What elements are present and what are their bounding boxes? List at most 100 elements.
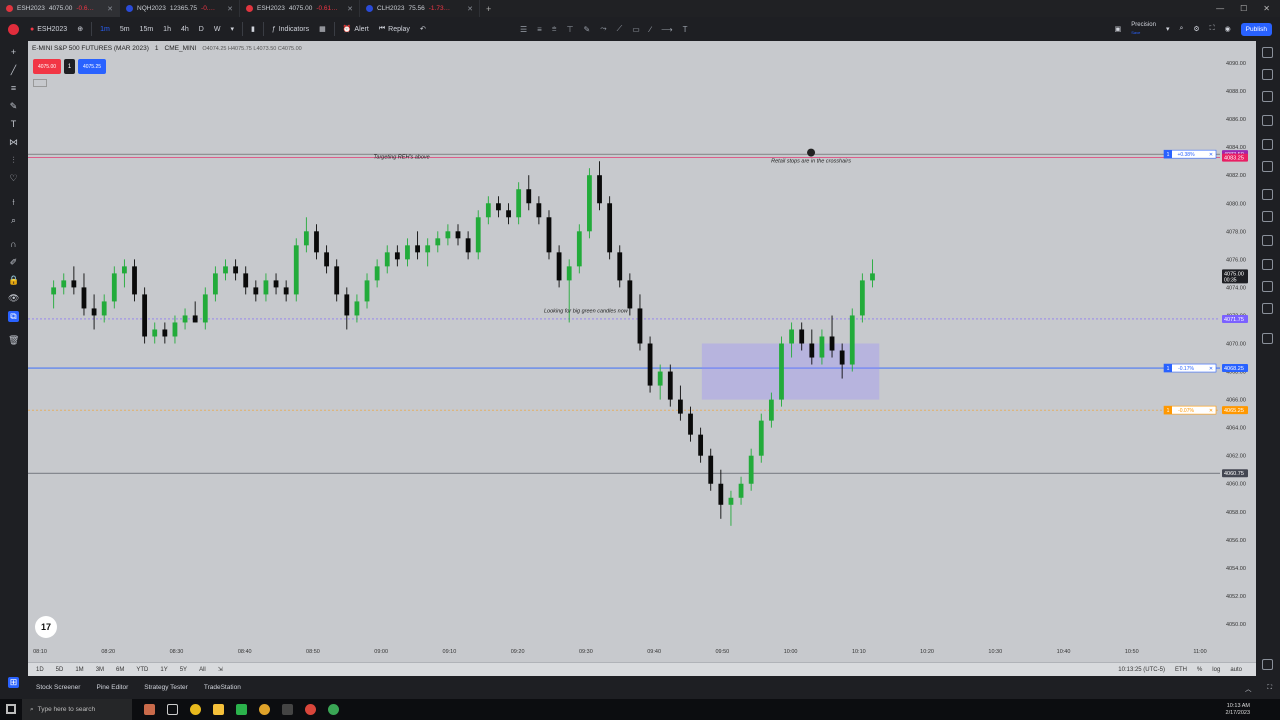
settings-gear-icon[interactable]: ⚙ <box>1193 25 1199 33</box>
fib-icon[interactable]: ⩧ <box>552 24 557 34</box>
chart-pane[interactable]: Targeting REH's above Retail stops are in… <box>28 41 1256 662</box>
hotlist-icon[interactable] <box>1262 259 1273 270</box>
sell-button[interactable]: 4075.00 <box>33 59 61 74</box>
data-window-icon[interactable] <box>1262 115 1273 126</box>
crosshair-icon[interactable]: + <box>8 47 19 58</box>
range-1y[interactable]: 1Y <box>156 667 171 673</box>
brush-icon[interactable]: ✎ <box>584 25 591 34</box>
tab-tradestation[interactable]: TradeStation <box>196 684 249 691</box>
text-tool-icon[interactable]: T <box>683 25 688 34</box>
collapse-panel-chevron-icon[interactable]: ︿ <box>1237 683 1260 693</box>
prediction-icon[interactable]: ⫶ <box>8 155 19 166</box>
range-6m[interactable]: 6M <box>112 667 128 673</box>
maximize-icon[interactable]: ☐ <box>1240 4 1247 13</box>
close-tab-icon[interactable]: ✕ <box>347 5 353 13</box>
tab-pine-editor[interactable]: Pine Editor <box>88 684 136 691</box>
symbol-search-button[interactable]: ● ESH2023 <box>25 17 72 41</box>
notes-icon[interactable] <box>1262 235 1273 246</box>
tab-strategy-tester[interactable]: Strategy Tester <box>136 684 196 691</box>
order-tag-close-icon[interactable]: ✕ <box>1209 408 1213 414</box>
brush-tool-icon[interactable]: ✎ <box>8 101 19 112</box>
horizontal-lines-icon[interactable]: ☰ <box>520 25 527 34</box>
interval-5m[interactable]: 5m <box>115 17 135 41</box>
chrome-profile-icon[interactable] <box>259 704 270 715</box>
rectangle-icon[interactable]: ▭ <box>632 25 640 34</box>
ray-icon[interactable]: ∕ <box>650 25 651 34</box>
signal-icon[interactable] <box>1262 281 1273 292</box>
buy-button[interactable]: 4075.25 <box>78 59 106 74</box>
close-tab-icon[interactable]: ✕ <box>107 5 113 13</box>
news-icon[interactable] <box>1262 91 1273 102</box>
close-window-icon[interactable]: ✕ <box>1263 4 1270 13</box>
interval-1m[interactable]: 1m <box>95 17 115 41</box>
stay-drawing-icon[interactable]: ✐ <box>8 257 19 268</box>
ideas-icon[interactable] <box>1262 161 1273 172</box>
maximize-panel-icon[interactable]: ⛶ <box>1259 684 1280 692</box>
tab-stock-screener[interactable]: Stock Screener <box>28 684 88 691</box>
alert-button[interactable]: ⏰ Alert <box>338 17 374 41</box>
candle-style-icon[interactable]: ▮ <box>246 17 260 41</box>
legend-toggle[interactable] <box>33 79 47 87</box>
chart-note-text[interactable]: Retail stops are in the crosshairs <box>771 159 851 165</box>
browser-tab-es-2[interactable]: ESH2023 4075.00 -0.61… ✕ <box>240 0 360 17</box>
windows-start-icon[interactable] <box>6 704 16 714</box>
spreadsheet-icon[interactable] <box>236 704 247 715</box>
new-tab-icon[interactable]: + <box>480 4 497 14</box>
order-tag-close-icon[interactable]: ✕ <box>1209 366 1213 372</box>
interval-d[interactable]: D <box>194 17 209 41</box>
zoom-icon[interactable]: ⌕ <box>8 215 19 226</box>
layout-icon[interactable]: ▣ <box>1115 25 1122 33</box>
indicators-button[interactable]: ƒ Indicators <box>267 17 314 41</box>
session-toggle[interactable]: ETH <box>1175 667 1187 673</box>
pattern-icon[interactable]: ⋈ <box>8 137 19 148</box>
compare-add-icon[interactable]: ⊕ <box>72 17 88 41</box>
order-qty[interactable]: 1 <box>64 59 75 74</box>
clock-readout[interactable]: 10:13:25 (UTC-5) <box>1118 667 1165 673</box>
fullscreen-icon[interactable]: ⛶ <box>1210 25 1215 33</box>
hline-icon[interactable]: ⟶ <box>661 25 672 34</box>
lock-icon[interactable]: 🔒 <box>8 275 19 286</box>
object-tree-icon[interactable]: ⧉ <box>8 311 19 322</box>
replay-button[interactable]: ⏮ Replay <box>374 17 415 41</box>
trend-line-icon[interactable]: ╱ <box>8 65 19 76</box>
log-toggle[interactable]: log <box>1212 667 1220 673</box>
undo-icon[interactable]: ↶ <box>415 17 431 41</box>
trend-chart-icon[interactable] <box>1262 333 1273 344</box>
file-explorer-icon[interactable] <box>213 704 224 715</box>
system-clock[interactable]: 10:13 AM 2/17/2023 <box>1226 703 1280 717</box>
collapse-panel-icon[interactable]: ⊞ <box>8 677 19 688</box>
chart-note-text[interactable]: Targeting REH's above <box>374 154 430 160</box>
streams-icon[interactable] <box>1262 211 1273 222</box>
browser-icon[interactable] <box>305 704 316 715</box>
range-all[interactable]: All <box>195 667 210 673</box>
eye-icon[interactable] <box>807 148 816 157</box>
range-1d[interactable]: 1D <box>32 667 48 673</box>
percent-toggle[interactable]: % <box>1197 667 1202 673</box>
task-view-icon[interactable] <box>167 704 178 715</box>
interval-4h[interactable]: 4h <box>176 17 194 41</box>
user-avatar[interactable] <box>8 23 19 35</box>
path-icon[interactable]: ⤳ <box>600 24 606 34</box>
chat-icon[interactable] <box>1262 189 1273 200</box>
watchlist-icon[interactable] <box>1262 47 1273 58</box>
interval-1h[interactable]: 1h <box>158 17 176 41</box>
chart-note-text[interactable]: Looking for big green candles now <box>544 309 629 315</box>
interval-w[interactable]: W <box>209 17 226 41</box>
layers-icon[interactable] <box>1262 659 1273 670</box>
trash-icon[interactable]: 🗑 <box>8 335 19 346</box>
auto-toggle[interactable]: auto <box>1230 667 1242 673</box>
legend-title[interactable]: E-MINI S&P 500 FUTURES (MAR 2023) <box>32 45 149 52</box>
alerts-icon[interactable] <box>1262 69 1273 80</box>
range-3m[interactable]: 3M <box>92 667 108 673</box>
close-tab-icon[interactable]: ✕ <box>467 5 473 13</box>
publish-button[interactable]: Publish <box>1240 22 1272 36</box>
measure-icon[interactable]: ⊤ <box>567 25 574 34</box>
price-chart[interactable]: Targeting REH's above Retail stops are in… <box>28 41 1256 662</box>
layout-grid-icon[interactable]: ▦ <box>314 17 331 41</box>
horizontal-line-tool-icon[interactable]: ≡ <box>8 83 19 94</box>
range-5d[interactable]: 5D <box>52 667 68 673</box>
text-icon[interactable]: T <box>8 119 19 130</box>
camera-icon[interactable]: ◉ <box>1225 25 1231 33</box>
chrome-icon[interactable] <box>190 704 201 715</box>
minimize-icon[interactable]: — <box>1216 4 1224 13</box>
